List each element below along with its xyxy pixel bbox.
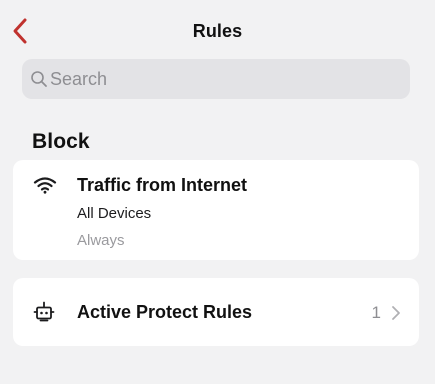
active-protect-rules-label: Active Protect Rules bbox=[77, 302, 253, 322]
rule-card-traffic-from-internet[interactable]: Traffic from Internet All Devices Always bbox=[13, 160, 419, 260]
navigation-bar: Rules bbox=[0, 0, 435, 62]
active-protect-rules-count: 1 bbox=[371, 303, 381, 322]
rule-title: Traffic from Internet bbox=[77, 175, 248, 195]
search-placeholder: Search bbox=[50, 68, 108, 89]
page-title: Rules bbox=[192, 21, 243, 41]
section-header-block: Block bbox=[32, 130, 90, 153]
search-icon bbox=[30, 70, 48, 88]
search-input[interactable]: Search bbox=[22, 59, 410, 99]
robot-icon bbox=[33, 301, 55, 323]
rule-schedule: Always bbox=[77, 232, 125, 249]
rule-devices: All Devices bbox=[77, 205, 152, 222]
wifi-icon bbox=[33, 176, 57, 194]
chevron-right-icon bbox=[391, 305, 401, 321]
active-protect-rules-row[interactable]: Active Protect Rules 1 bbox=[13, 278, 419, 346]
